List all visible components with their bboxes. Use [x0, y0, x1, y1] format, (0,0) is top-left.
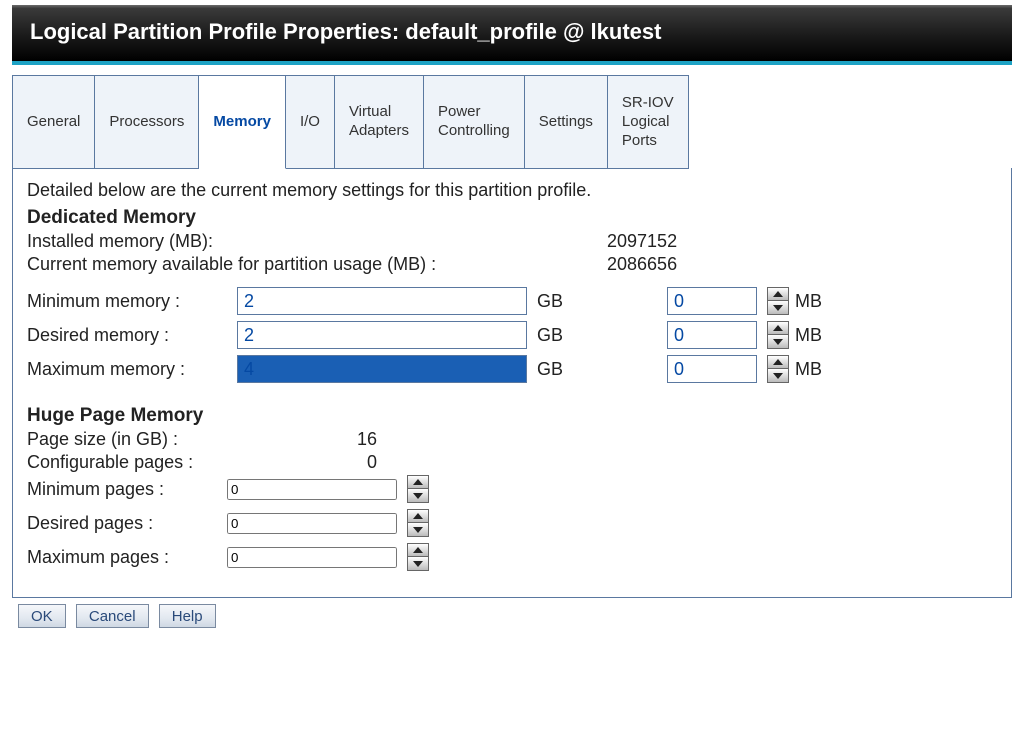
minimum-pages-label: Minimum pages :: [27, 479, 227, 500]
dedicated-memory-heading: Dedicated Memory: [27, 207, 997, 229]
minimum-pages-input[interactable]: [227, 479, 397, 500]
installed-memory-value: 2097152: [607, 231, 677, 252]
minimum-memory-mb-down[interactable]: [767, 301, 789, 315]
ok-button[interactable]: OK: [18, 604, 66, 628]
page-size-value: 16: [257, 429, 377, 450]
desired-memory-mb-input[interactable]: [667, 321, 757, 349]
desired-memory-mb-up[interactable]: [767, 321, 789, 335]
chevron-down-icon: [413, 527, 423, 533]
chevron-down-icon: [773, 305, 783, 311]
maximum-memory-mb-input[interactable]: [667, 355, 757, 383]
configurable-pages-value: 0: [257, 452, 377, 473]
gb-unit-label: GB: [537, 291, 577, 312]
tab-power-controlling[interactable]: Power Controlling: [424, 75, 525, 169]
maximum-memory-mb-spinner: [767, 355, 789, 383]
window-title: Logical Partition Profile Properties: de…: [12, 5, 1012, 65]
page-size-label: Page size (in GB) :: [27, 429, 257, 450]
maximum-pages-up[interactable]: [407, 543, 429, 557]
dialog-footer: OK Cancel Help: [12, 604, 1012, 628]
maximum-memory-mb-down[interactable]: [767, 369, 789, 383]
tab-io[interactable]: I/O: [286, 75, 335, 169]
gb-unit-label: GB: [537, 325, 577, 346]
tab-virtual-adapters[interactable]: Virtual Adapters: [335, 75, 424, 169]
mb-unit-label: MB: [795, 359, 835, 380]
mb-unit-label: MB: [795, 325, 835, 346]
desired-pages-down[interactable]: [407, 523, 429, 537]
desired-pages-label: Desired pages :: [27, 513, 227, 534]
maximum-memory-mb-up[interactable]: [767, 355, 789, 369]
installed-memory-label: Installed memory (MB):: [27, 231, 607, 252]
desired-pages-spinner: [407, 509, 429, 537]
memory-intro: Detailed below are the current memory se…: [27, 180, 997, 201]
chevron-up-icon: [773, 291, 783, 297]
maximum-memory-gb-input[interactable]: [237, 355, 527, 383]
tab-settings[interactable]: Settings: [525, 75, 608, 169]
chevron-down-icon: [773, 339, 783, 345]
tab-memory[interactable]: Memory: [199, 75, 286, 169]
maximum-pages-spinner: [407, 543, 429, 571]
minimum-memory-label: Minimum memory :: [27, 291, 237, 312]
chevron-up-icon: [773, 325, 783, 331]
minimum-pages-spinner: [407, 475, 429, 503]
mb-unit-label: MB: [795, 291, 835, 312]
maximum-pages-label: Maximum pages :: [27, 547, 227, 568]
desired-pages-up[interactable]: [407, 509, 429, 523]
minimum-memory-gb-input[interactable]: [237, 287, 527, 315]
tab-strip: General Processors Memory I/O Virtual Ad…: [12, 75, 1012, 169]
minimum-memory-mb-input[interactable]: [667, 287, 757, 315]
desired-pages-input[interactable]: [227, 513, 397, 534]
chevron-up-icon: [413, 513, 423, 519]
help-button[interactable]: Help: [159, 604, 216, 628]
tab-sriov-logical-ports[interactable]: SR-IOV Logical Ports: [608, 75, 689, 169]
minimum-pages-up[interactable]: [407, 475, 429, 489]
chevron-up-icon: [413, 479, 423, 485]
minimum-pages-down[interactable]: [407, 489, 429, 503]
minimum-memory-mb-spinner: [767, 287, 789, 315]
maximum-pages-input[interactable]: [227, 547, 397, 568]
gb-unit-label: GB: [537, 359, 577, 380]
chevron-down-icon: [773, 373, 783, 379]
memory-panel: Detailed below are the current memory se…: [12, 168, 1012, 598]
desired-memory-label: Desired memory :: [27, 325, 237, 346]
minimum-memory-mb-up[interactable]: [767, 287, 789, 301]
maximum-pages-down[interactable]: [407, 557, 429, 571]
desired-memory-gb-input[interactable]: [237, 321, 527, 349]
huge-page-memory-heading: Huge Page Memory: [27, 405, 997, 427]
tab-general[interactable]: General: [12, 75, 95, 169]
available-memory-label: Current memory available for partition u…: [27, 254, 607, 275]
available-memory-value: 2086656: [607, 254, 677, 275]
cancel-button[interactable]: Cancel: [76, 604, 149, 628]
desired-memory-mb-spinner: [767, 321, 789, 349]
chevron-down-icon: [413, 561, 423, 567]
maximum-memory-label: Maximum memory :: [27, 359, 237, 380]
chevron-up-icon: [413, 547, 423, 553]
tab-processors[interactable]: Processors: [95, 75, 199, 169]
chevron-down-icon: [413, 493, 423, 499]
desired-memory-mb-down[interactable]: [767, 335, 789, 349]
configurable-pages-label: Configurable pages :: [27, 452, 257, 473]
chevron-up-icon: [773, 359, 783, 365]
